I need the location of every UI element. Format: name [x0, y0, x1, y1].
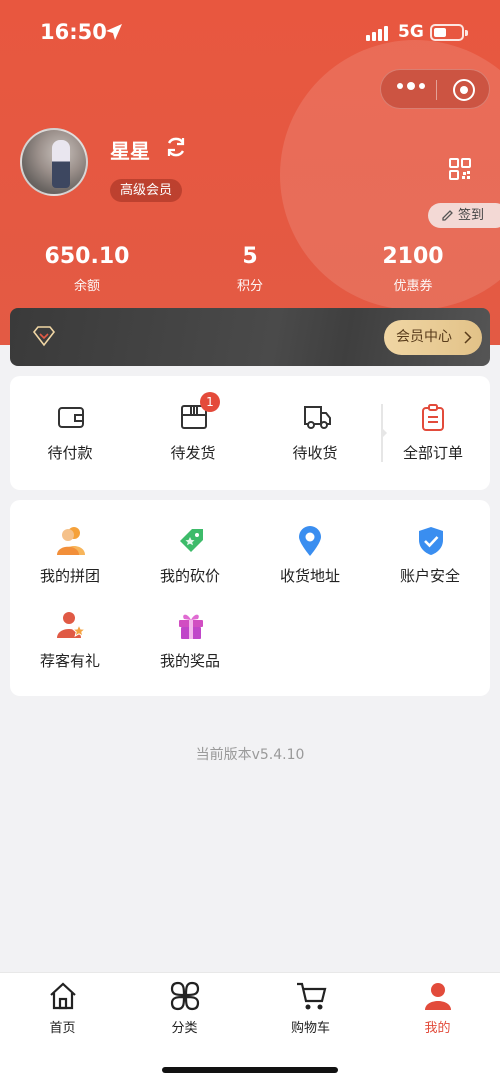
service-label: 我的拼团: [39, 567, 100, 585]
service-label: 收货地址: [279, 567, 340, 585]
group-icon: [57, 527, 85, 555]
service-my-group-buy[interactable]: 我的拼团: [15, 525, 125, 605]
tab-home[interactable]: 首页: [0, 973, 125, 1048]
avatar[interactable]: [20, 128, 88, 196]
order-label: 全部订单: [402, 444, 463, 462]
user-icon: [425, 983, 451, 1010]
service-label: 我的砍价: [159, 567, 220, 585]
truck-icon: [304, 406, 331, 429]
sign-in-button[interactable]: 签到: [428, 203, 500, 228]
price-tag-icon: [180, 529, 203, 552]
miniprogram-capsule: [380, 69, 490, 109]
gift-icon: [179, 614, 203, 639]
service-shipping-address[interactable]: 收货地址: [255, 525, 365, 605]
service-label: 我的奖品: [159, 652, 220, 670]
location-pin-icon: [299, 526, 321, 556]
more-dots-icon[interactable]: [397, 82, 425, 90]
profile-header: 16:50 5G 星星 高级会员 签到 650.10 余额 5 积分 2100 …: [0, 0, 500, 345]
cart-icon: [297, 982, 327, 1010]
network-type: 5G: [398, 22, 424, 42]
tab-label: 购物车: [290, 1021, 330, 1036]
refresh-icon[interactable]: [164, 135, 188, 159]
order-label: 待付款: [47, 444, 93, 462]
version-text: 当前版本v5.4.10: [195, 747, 305, 763]
tab-label: 我的: [424, 1021, 451, 1036]
home-indicator: [162, 1067, 338, 1073]
order-label: 待收货: [292, 444, 338, 462]
sign-in-label: 签到: [458, 208, 485, 223]
cellular-signal-icon: [366, 26, 388, 41]
status-time: 16:50: [40, 20, 107, 44]
orders-card: 待付款 待发货 待收货 全部订单: [10, 376, 490, 490]
tab-cart[interactable]: 购物车: [248, 973, 373, 1048]
tab-mine[interactable]: 我的: [375, 973, 500, 1048]
location-arrow-icon: [106, 24, 122, 40]
service-my-bargain[interactable]: 我的砍价: [135, 525, 245, 605]
stat-value: 2100: [382, 244, 444, 269]
close-target-icon[interactable]: [453, 79, 475, 101]
order-pending-payment[interactable]: 待付款: [15, 376, 125, 490]
service-account-security[interactable]: 账户安全: [375, 525, 485, 605]
member-center-button[interactable]: 会员中心: [384, 320, 482, 355]
order-all[interactable]: 全部订单: [378, 376, 488, 490]
member-level-badge: 高级会员: [110, 179, 183, 202]
tab-label: 首页: [49, 1021, 76, 1036]
stat-label: 余额: [73, 279, 100, 294]
stat-points[interactable]: 5 积分: [170, 244, 330, 294]
order-pending-shipment[interactable]: 待发货: [138, 376, 248, 490]
wallet-icon: [58, 407, 84, 428]
service-label: 荐客有礼: [39, 652, 100, 670]
member-center-label: 会员中心: [396, 329, 452, 345]
service-my-prizes[interactable]: 我的奖品: [135, 610, 245, 690]
shield-check-icon: [419, 527, 443, 555]
service-label: 账户安全: [399, 567, 460, 585]
battery-icon: [430, 24, 468, 41]
member-bar: 会员中心: [10, 308, 490, 366]
stat-coupons[interactable]: 2100 优惠券: [333, 244, 493, 294]
order-label: 待发货: [170, 444, 216, 462]
category-icon: [170, 981, 200, 1011]
stat-label: 积分: [236, 279, 263, 294]
username: 星星: [110, 139, 150, 163]
order-pending-receipt[interactable]: 待收货: [260, 376, 370, 490]
status-bar: 16:50 5G: [0, 0, 500, 66]
chevron-right-icon: [464, 331, 472, 344]
user-star-icon: [57, 612, 87, 638]
home-icon: [50, 982, 76, 1010]
tab-category[interactable]: 分类: [122, 973, 247, 1048]
stat-balance[interactable]: 650.10 余额: [7, 244, 167, 294]
account-stats: 650.10 余额 5 积分 2100 优惠券: [0, 244, 500, 299]
tab-label: 分类: [171, 1021, 198, 1036]
qr-code-icon[interactable]: [449, 158, 471, 180]
diamond-icon: [32, 326, 56, 347]
service-referral-gift[interactable]: 荐客有礼: [15, 610, 125, 690]
clipboard-icon: [422, 404, 444, 431]
stat-value: 650.10: [44, 244, 130, 269]
stat-value: 5: [242, 244, 258, 269]
pending-shipment-badge: 1: [200, 392, 220, 412]
stat-label: 优惠券: [393, 279, 433, 294]
pencil-icon: [442, 210, 453, 221]
services-card: 我的拼团 我的砍价 收货地址 账户安全 荐客有礼 我的奖品: [10, 500, 490, 696]
